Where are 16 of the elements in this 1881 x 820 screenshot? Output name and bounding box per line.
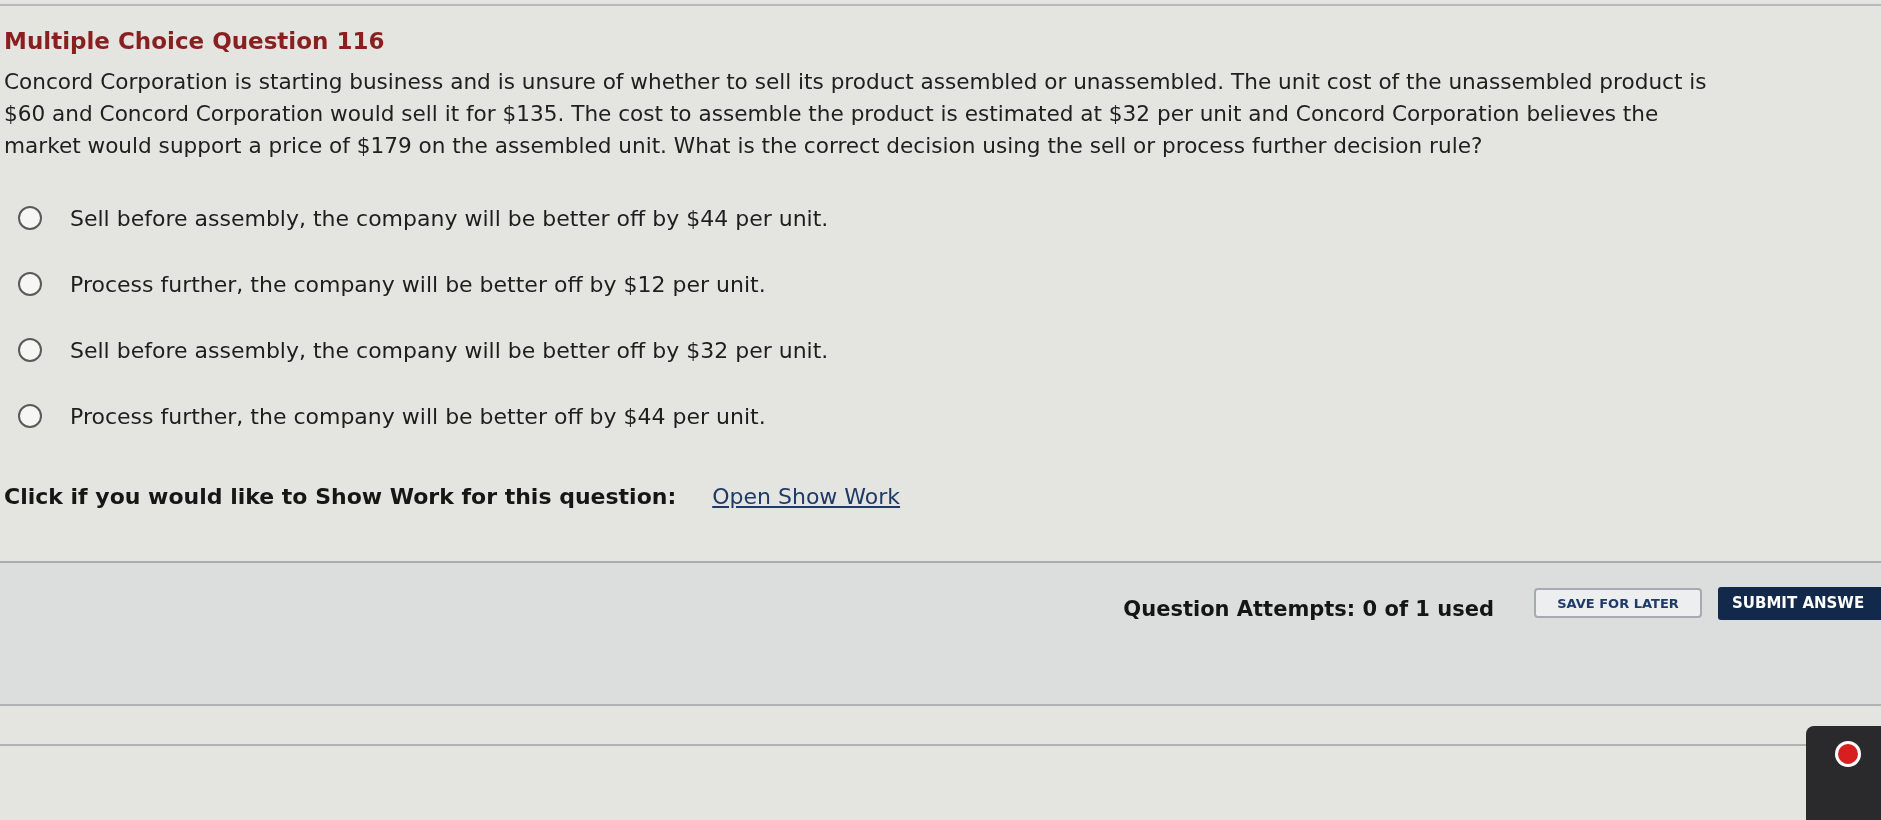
question-title: Multiple Choice Question 116 <box>4 27 385 56</box>
option-label[interactable]: Process further, the company will be better off by $12 per unit. <box>70 271 766 297</box>
submit-button[interactable]: SUBMIT ANSWE <box>1718 586 1881 620</box>
save-button[interactable]: SAVE FOR LATER <box>1534 588 1702 618</box>
question-text: Concord Corporation is starting business and is unsure of whether to sell its product assembled or unassembled. The unit cost of the unassembled product is $60 and Concord Corporation would sell it for $135. The cost to assemble the product is estimated at $32 per unit and Concord Corporation believes the market would support a price of $179 on the assembled unit. What is the correct decision using the sell or process further decision rule? <box>4 68 1708 160</box>
radio-button[interactable] <box>18 206 42 230</box>
show-work-prompt: Click if you would like to Show Work for this question: <box>4 484 677 509</box>
radio-button[interactable] <box>18 272 42 296</box>
option-label[interactable]: Sell before assembly, the company will be better off by $44 per unit. <box>70 205 829 231</box>
radio-button[interactable] <box>18 404 42 428</box>
radio-button[interactable] <box>18 338 42 362</box>
option-label[interactable]: Process further, the company will be better off by $44 per unit. <box>70 403 766 429</box>
open-show-work-link[interactable]: Open Show Work <box>712 484 901 509</box>
attempts-text: Question Attempts: 0 of 1 used <box>1123 597 1494 621</box>
record-icon[interactable] <box>1834 740 1862 768</box>
option-label[interactable]: Sell before assembly, the company will be better off by $32 per unit. <box>70 337 829 363</box>
